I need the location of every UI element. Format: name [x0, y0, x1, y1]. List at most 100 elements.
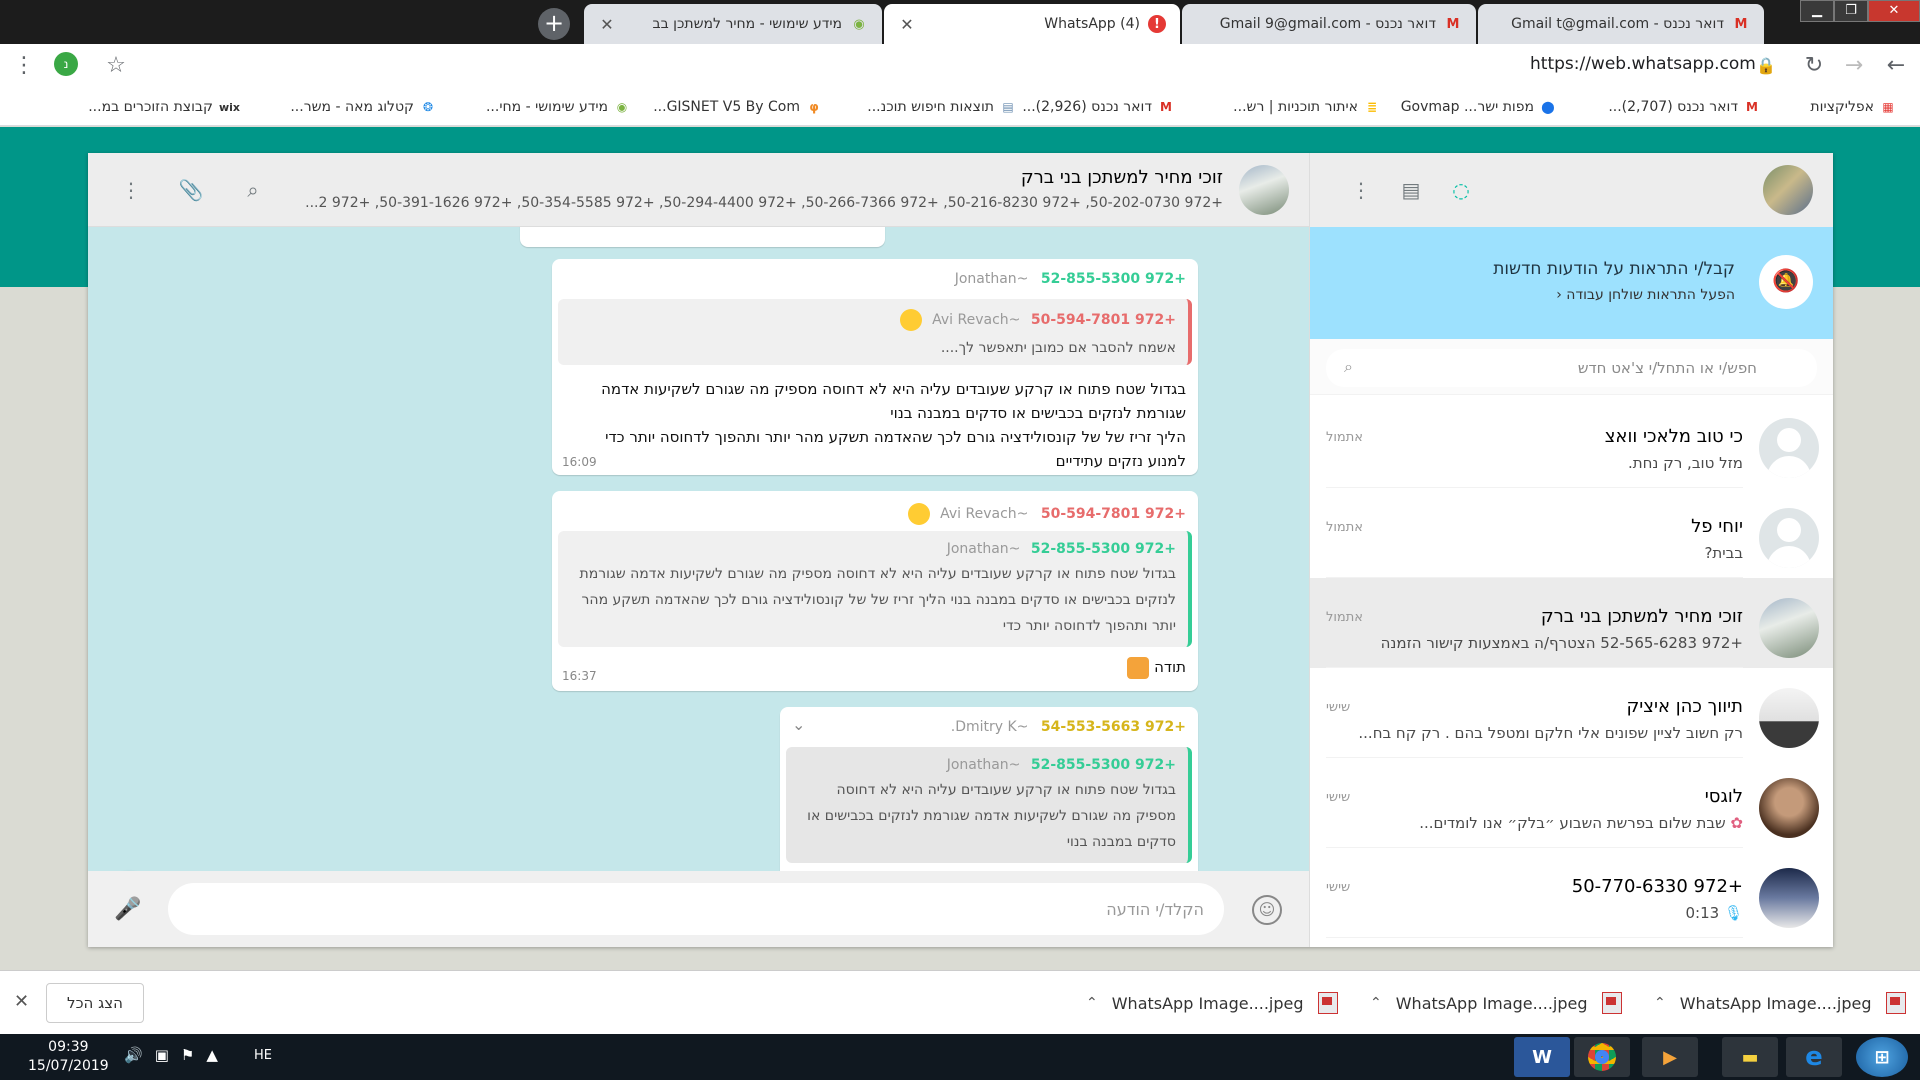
search-icon[interactable]: ⌕	[240, 177, 266, 203]
chat-preview: +972 52-565-6283 הצטרף/ה באמצעות קישור ה…	[1380, 634, 1743, 652]
message-bubble[interactable]: +972 52-855-5300 ~Jonathan +972 50-594-7…	[552, 259, 1198, 475]
bookmark-apps[interactable]: ▦ אפליקציות	[1810, 96, 1896, 118]
bookmark-gisnet[interactable]: φ GISNET V5 By Com...	[653, 96, 822, 118]
volume-icon[interactable]: 🔊	[124, 1046, 143, 1064]
tab-title: (4) WhatsApp	[1044, 16, 1140, 32]
back-icon[interactable]: ←	[1882, 52, 1910, 80]
message-bubble[interactable]: +972 50-594-7801 ~Avi Revach +972 52-855…	[552, 491, 1198, 691]
chat-list[interactable]: כי טוב מלאכי וואצ אתמול מזל טוב, רק נחת.…	[1310, 398, 1833, 947]
emoji-icon[interactable]: ☺	[1252, 895, 1282, 925]
chat-time: שישי	[1326, 790, 1351, 805]
reload-icon[interactable]: ↻	[1800, 52, 1828, 80]
my-avatar[interactable]	[1763, 165, 1813, 215]
chrome-icon[interactable]	[1574, 1037, 1630, 1077]
new-chat-icon[interactable]: ▤	[1398, 177, 1424, 203]
restore-icon[interactable]: ❐	[1834, 0, 1868, 22]
menu-dots-icon[interactable]: ⋮	[1348, 177, 1374, 203]
quote-sender: +972 50-594-7801 ~Avi Revach	[570, 309, 1176, 331]
quoted-message[interactable]: +972 52-855-5300 ~Jonathan בגדול שטח פתו…	[558, 531, 1192, 647]
chat-header[interactable]: זוכי מחיר למשתכן בני ברק +972 50-202-073…	[88, 153, 1309, 227]
enable-notifications-link[interactable]: הפעל התראות שולחן עבודה ‹	[1556, 287, 1735, 303]
chat-time: אתמול	[1326, 430, 1363, 445]
chat-item-body: תיווך כהן איציק שישי רק חשוב לציין שפוני…	[1326, 682, 1743, 758]
download-item[interactable]: ⌃ WhatsApp Image....jpeg	[1086, 989, 1338, 1017]
close-window-icon[interactable]: ✕	[1868, 0, 1920, 22]
attach-icon[interactable]: 📎	[178, 177, 204, 203]
bookmark-catalog[interactable]: ❂ קטלוג מאה - משר...	[290, 96, 436, 118]
close-icon[interactable]: ✕	[14, 991, 29, 1012]
bookmark-govmap[interactable]: ⬤ מפות ישר... Govmap	[1401, 96, 1556, 118]
tab-gmail-2[interactable]: M דואר נכנס - Gmail 9@gmail.com	[1182, 4, 1476, 44]
thumbs-up-emoji-icon	[1127, 656, 1150, 679]
message-sender: +972 54-553-5663 ~Dmitry K.	[951, 719, 1186, 735]
quote-name: ~Jonathan	[946, 541, 1021, 557]
chat-list-item[interactable]: +972 50-770-6330 שישי 🎙 0:13	[1310, 848, 1833, 938]
document-icon: ▤	[1002, 100, 1014, 114]
bookmark-search-results[interactable]: ▤ תוצאות חיפוש תוכנ...	[867, 96, 1016, 118]
new-tab-button[interactable]: +	[538, 8, 570, 40]
profile-avatar[interactable]: נ	[54, 52, 78, 76]
language-indicator[interactable]: HE	[254, 1048, 272, 1063]
chat-list-item[interactable]: תיווך כהן איציק שישי רק חשוב לציין שפוני…	[1310, 668, 1833, 758]
search-input[interactable]	[1326, 349, 1817, 387]
chat-list-item-selected[interactable]: זוכי מחיר למשתכן בני ברק אתמול +972 52-5…	[1310, 578, 1833, 668]
system-clock[interactable]: 09:39 15/07/2019	[28, 1038, 109, 1076]
message-input[interactable]	[168, 883, 1224, 935]
map-pin-icon: ⬤	[1541, 100, 1555, 114]
message-paragraph: תודה	[1154, 658, 1186, 676]
flower-emoji-icon: ✿	[1725, 814, 1743, 832]
menu-dots-icon[interactable]: ⋮	[118, 177, 144, 203]
word-icon[interactable]: W	[1514, 1037, 1570, 1077]
internet-explorer-icon[interactable]: e	[1786, 1037, 1842, 1077]
chevron-up-icon[interactable]: ⌃	[1086, 995, 1098, 1011]
tab-mida-shimushi[interactable]: ◉ מידע שימושי - מחיר למשתכן בב ✕	[584, 4, 882, 44]
compose-bar: 🎤 ☺	[88, 871, 1309, 947]
browser-tab-strip: M דואר נכנס - Gmail t@gmail.com M דואר נ…	[0, 0, 1920, 44]
quoted-message[interactable]: +972 50-594-7801 ~Avi Revach אשמח להסבר …	[558, 299, 1192, 365]
network-icon[interactable]: ▣	[155, 1046, 169, 1064]
bookmark-mida[interactable]: ◉ מידע שימושי - מחי...	[486, 96, 630, 118]
notification-banner[interactable]: 🔕 קבל/י התראות על הודעות חדשות הפעל התרא…	[1310, 227, 1833, 339]
image-file-icon	[1885, 992, 1906, 1014]
bookmark-gmail-inbox[interactable]: M דואר נכנס (2,707)...	[1608, 96, 1760, 118]
search-box[interactable]: ⌕	[1326, 349, 1817, 387]
contact-avatar	[1759, 868, 1819, 928]
group-avatar[interactable]	[1239, 165, 1289, 215]
sidebar-header: ◌ ▤ ⋮	[1310, 153, 1833, 227]
bookmark-label: GISNET V5 By Com...	[653, 99, 800, 115]
microphone-icon: 🎙	[1723, 904, 1743, 922]
minimize-icon[interactable]: ▁	[1800, 0, 1834, 22]
download-item[interactable]: ⌃ WhatsApp Image....jpeg	[1370, 989, 1622, 1017]
quoted-message[interactable]: +972 52-855-5300 ~Jonathan בגדול שטח פתו…	[786, 747, 1192, 863]
chat-list-item[interactable]: יוחי פל אתמול בבית?	[1310, 488, 1833, 578]
close-tab-icon[interactable]: ✕	[898, 15, 916, 34]
start-button-icon[interactable]: ⊞	[1856, 1037, 1908, 1077]
folder-icon[interactable]: ▬	[1722, 1037, 1778, 1077]
bookmark-plans[interactable]: ≣ איתור תוכניות | רש...	[1233, 96, 1380, 118]
microphone-icon[interactable]: 🎤	[114, 897, 141, 922]
message-bubble[interactable]: +972 54-553-5663 ~Dmitry K. ⌄ +972 52-85…	[780, 707, 1198, 871]
media-player-icon[interactable]: ▶	[1642, 1037, 1698, 1077]
chevron-up-icon[interactable]: ⌃	[1370, 995, 1382, 1011]
image-file-icon	[1317, 992, 1338, 1014]
address-bar[interactable]: https://web.whatsapp.com	[1530, 54, 1756, 74]
forward-icon[interactable]: →	[1840, 52, 1868, 80]
chevron-down-icon[interactable]: ⌄	[792, 715, 805, 734]
tab-gmail-1[interactable]: M דואר נכנס - Gmail t@gmail.com	[1478, 4, 1764, 44]
tab-title: דואר נכנס - Gmail 9@gmail.com	[1219, 16, 1436, 32]
status-icon[interactable]: ◌	[1448, 177, 1474, 203]
show-all-button[interactable]: הצג הכל	[46, 983, 144, 1023]
message-list[interactable]: +972 52-855-5300 ~Jonathan +972 50-594-7…	[88, 227, 1309, 871]
tray-up-arrow-icon[interactable]: ▲	[206, 1046, 218, 1064]
flag-icon[interactable]: ⚑	[181, 1046, 194, 1064]
chat-list-item[interactable]: כי טוב מלאכי וואצ אתמול מזל טוב, רק נחת.	[1310, 398, 1833, 488]
tab-whatsapp[interactable]: ! (4) WhatsApp ✕	[884, 4, 1180, 44]
download-item[interactable]: ⌃ WhatsApp Image....jpeg	[1654, 989, 1906, 1017]
chevron-up-icon[interactable]: ⌃	[1654, 995, 1666, 1011]
menu-dots-icon[interactable]: ⋮	[10, 52, 38, 80]
bookmark-gmail-inbox-2[interactable]: M דואר נכנס (2,926)...	[1022, 96, 1174, 118]
bookmark-wix[interactable]: wix קבוצת הזוכרים במ...	[88, 96, 240, 118]
close-tab-icon[interactable]: ✕	[598, 15, 616, 34]
chat-list-item[interactable]: לוגסי שישי ✿ שבת שלום בפרשת השבוע ״בלק״ …	[1310, 758, 1833, 848]
star-icon[interactable]: ☆	[102, 52, 130, 80]
